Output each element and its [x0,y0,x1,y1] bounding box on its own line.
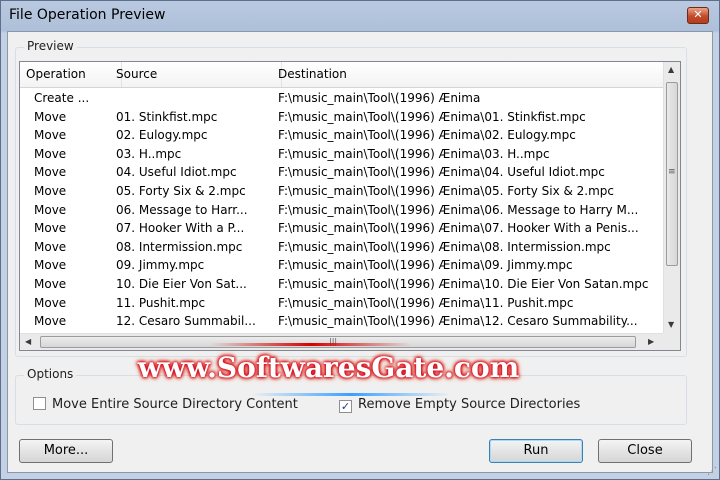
row-source: 09. Jimmy.mpc [116,258,205,273]
row-destination: F:\music_main\Tool\(1996) Ænima\07. Hook… [278,221,639,236]
row-destination: F:\music_main\Tool\(1996) Ænima\06. Mess… [278,202,639,217]
file-operation-preview-window: File Operation Preview ✕ Preview Operati… [0,0,720,480]
row-source: 11. Pushit.mpc [116,295,206,310]
row-source: 01. Stinkfist.mpc [116,109,218,124]
list-item[interactable]: Move 01. Stinkfist.mpc F:\music_main\Tool\… [20,108,664,127]
list-item[interactable]: Move 02. Eulogy.mpc F:\music_main\Tool\(19… [20,126,664,145]
list-item[interactable]: Move 04. Useful Idiot.mpc F:\music_main\To… [20,163,664,182]
list-header: Operation Source Destination [20,62,664,88]
row-operation: Move [34,239,67,254]
row-operation: Move [34,295,67,310]
row-operation: Move [34,202,67,217]
list-item[interactable]: Move 10. Die Eier Von Sat... F:\music_main… [20,275,664,294]
row-source: 03. H..mpc [116,146,182,161]
row-destination: F:\music_main\Tool\(1996) Ænima\10. Die … [278,277,649,291]
window-title: File Operation Preview [9,7,166,23]
row-operation: Move [34,184,67,198]
scroll-right-icon[interactable]: ▶ [648,337,654,346]
list-item[interactable]: Move 08. Intermission.mpc F:\music_main\To… [20,238,664,257]
row-destination: F:\music_main\Tool\(1996) Ænima\08. Inte… [278,239,611,254]
scrollbar-corner [663,333,680,350]
row-source: 02. Eulogy.mpc [116,128,208,143]
row-operation: Move [34,109,67,124]
row-operation: Move [34,128,67,143]
row-source [110,89,272,108]
row-source: 06. Message to Harr... [116,202,248,217]
list-item[interactable]: Move 05. Forty Six & 2.mpc F:\music_main\T… [20,182,664,201]
row-source: 05. Forty Six & 2.mpc [116,184,246,198]
move-entire-checkbox[interactable] [33,397,46,410]
watermark-accent-line [211,343,411,346]
remove-empty-label[interactable]: Remove Empty Source Directories [358,397,580,412]
row-operation: Create ... [34,91,90,105]
row-destination: F:\music_main\Tool\(1996) Ænima\12. Cesa… [278,314,638,329]
more-button[interactable]: More... [19,439,113,463]
column-header-operation[interactable]: Operation [20,62,122,87]
preview-list[interactable]: Operation Source Destination Create ... F… [19,61,681,351]
list-item[interactable]: Move 09. Jimmy.mpc F:\music_main\Tool\(199… [20,256,664,275]
row-source: 10. Die Eier Von Sat... [116,277,247,291]
row-operation: Move [34,314,67,329]
list-item[interactable]: Create ... F:\music_main\Tool\(1996) Ænim… [20,89,664,108]
row-operation: Move [34,146,67,161]
title-bar[interactable]: File Operation Preview ✕ [1,1,719,31]
vertical-scroll-thumb[interactable]: ≡ [666,82,678,266]
list-item[interactable]: Move 03. H..mpc F:\music_main\Tool\(1996) … [20,145,664,164]
scroll-up-icon[interactable]: ▲ [668,65,674,74]
remove-empty-option[interactable]: ✓ Remove Empty Source Directories [339,397,580,413]
list-item[interactable]: Move 07. Hooker With a P... F:\music_main\… [20,219,664,238]
row-destination: F:\music_main\Tool\(1996) Ænima\05. Fort… [278,184,615,198]
run-button[interactable]: Run [489,439,583,463]
list-item[interactable]: Move 12. Cesaro Summabil... F:\music_main\… [20,312,664,331]
horizontal-scroll-thumb[interactable]: ||| [40,336,636,348]
move-entire-label[interactable]: Move Entire Source Directory Content [52,397,298,412]
row-operation: Move [34,277,67,291]
scroll-left-icon[interactable]: ◀ [25,337,31,346]
column-header-destination[interactable]: Destination [272,62,664,87]
remove-empty-checkbox[interactable]: ✓ [339,400,352,413]
watermark-text: www.SoftwaresGate.com [137,351,520,384]
resize-grip-icon[interactable]: ⋰ [707,466,717,477]
check-icon: ✓ [340,400,351,413]
grip-icon: ≡ [668,167,676,177]
horizontal-scrollbar[interactable]: ◀ ||| ▶ [20,333,664,350]
scroll-down-icon[interactable]: ▼ [668,320,674,329]
row-operation: Move [34,258,67,273]
row-source: 04. Useful Idiot.mpc [116,165,237,180]
row-destination: F:\music_main\Tool\(1996) Ænima [278,91,481,105]
row-operation: Move [34,165,67,180]
row-destination: F:\music_main\Tool\(1996) Ænima\04. Usef… [278,165,605,180]
row-source: 07. Hooker With a P... [116,221,245,236]
row-destination: F:\music_main\Tool\(1996) Ænima\09. Jimm… [278,258,573,273]
row-destination: F:\music_main\Tool\(1996) Ænima\02. Eulo… [278,128,576,143]
move-entire-option[interactable]: Move Entire Source Directory Content [33,397,298,412]
preview-group-label: Preview [24,39,77,53]
list-item[interactable]: Move 06. Message to Harr... F:\music_main\… [20,201,664,220]
watermark-accent-line [251,393,451,396]
row-operation: Move [34,221,67,236]
column-header-source[interactable]: Source [110,62,282,87]
row-destination: F:\music_main\Tool\(1996) Ænima\01. Stin… [278,109,586,124]
row-destination: F:\music_main\Tool\(1996) Ænima\11. Push… [278,295,574,310]
close-button[interactable]: Close [598,439,692,463]
vertical-scrollbar[interactable]: ▲ ≡ ▼ [663,62,680,334]
row-source: 12. Cesaro Summabil... [116,314,256,329]
list-item[interactable]: Move 11. Pushit.mpc F:\music_main\Tool\(19… [20,294,664,313]
window-close-button[interactable]: ✕ [687,7,709,24]
options-group-label: Options [24,367,77,381]
row-source: 08. Intermission.mpc [116,239,243,254]
row-destination: F:\music_main\Tool\(1996) Ænima\03. H..m… [278,146,550,161]
